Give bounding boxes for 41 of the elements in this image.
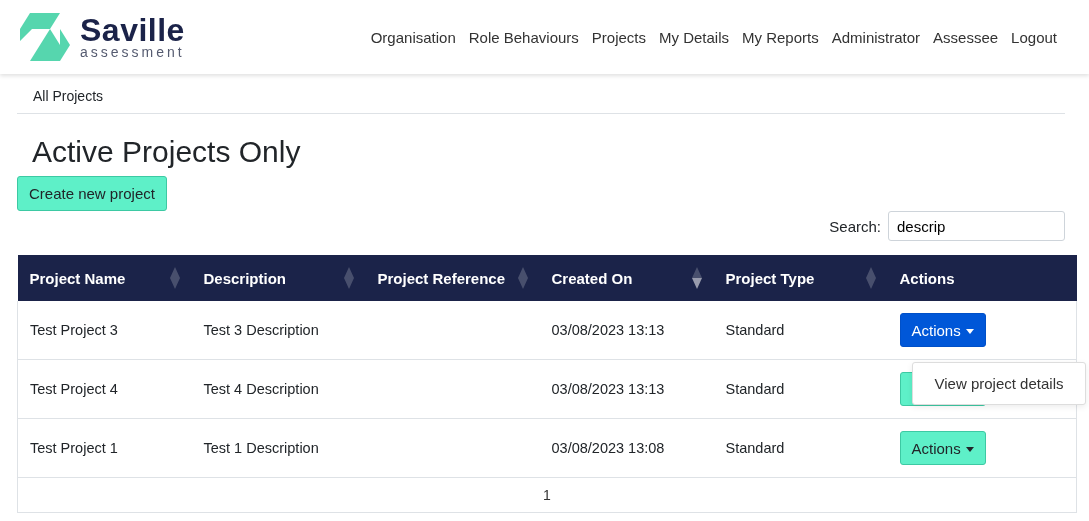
search-label: Search: bbox=[829, 217, 881, 235]
column-header[interactable]: Project Name bbox=[17, 255, 192, 301]
column-header[interactable]: Actions bbox=[887, 255, 1077, 301]
table-cell: 03/08/2023 13:08 bbox=[551, 440, 665, 456]
column-header[interactable]: Created On bbox=[539, 255, 714, 301]
table-cell: Test 1 Description bbox=[203, 440, 319, 456]
brand-tagline: assessment bbox=[80, 45, 185, 59]
column-header[interactable]: Project Reference bbox=[365, 255, 540, 301]
table-cell: 03/08/2023 13:13 bbox=[551, 381, 665, 397]
table-cell: 03/08/2023 13:13 bbox=[551, 322, 665, 338]
table-cell: Standard bbox=[725, 322, 785, 338]
nav-link[interactable]: Role Behaviours bbox=[468, 28, 579, 46]
page-heading: Active Projects Only bbox=[32, 134, 302, 170]
table-cell: Standard bbox=[725, 440, 785, 456]
column-header[interactable]: Project Type bbox=[713, 255, 888, 301]
logo-icon bbox=[20, 13, 70, 61]
sort-icon[interactable] bbox=[691, 267, 702, 289]
table-cell: Test Project 3 bbox=[30, 322, 118, 338]
nav-link[interactable]: Logout bbox=[1011, 28, 1057, 46]
nav-link[interactable]: Assessee bbox=[933, 28, 999, 46]
menu-item[interactable]: View project details bbox=[912, 367, 1086, 400]
nav-link[interactable]: My Details bbox=[659, 28, 729, 46]
nav-link[interactable]: Administrator bbox=[831, 28, 921, 46]
actions-button[interactable]: Actions bbox=[899, 431, 986, 465]
table-cell: Test Project 4 bbox=[30, 381, 118, 397]
caret-icon bbox=[965, 329, 974, 335]
table-cell: Test 4 Description bbox=[203, 381, 319, 397]
table-cell: Test Project 1 bbox=[30, 440, 118, 456]
table-cell: Standard bbox=[725, 381, 785, 397]
nav-link[interactable]: My Reports bbox=[742, 28, 819, 46]
actions-button[interactable]: Actions bbox=[899, 313, 986, 347]
page-link[interactable]: 1 bbox=[543, 487, 551, 503]
nav-link[interactable]: Projects bbox=[591, 28, 646, 46]
nav-link[interactable]: Organisation bbox=[370, 28, 456, 46]
create-project-button[interactable]: Create new project bbox=[17, 176, 167, 211]
table-cell: Test 3 Description bbox=[203, 322, 319, 338]
column-header[interactable]: Description bbox=[191, 255, 366, 301]
brand-name: Saville bbox=[80, 15, 185, 45]
caret-icon bbox=[965, 447, 974, 453]
breadcrumb[interactable]: All Projects bbox=[33, 88, 104, 104]
search-field[interactable]: descrip bbox=[888, 211, 1065, 241]
